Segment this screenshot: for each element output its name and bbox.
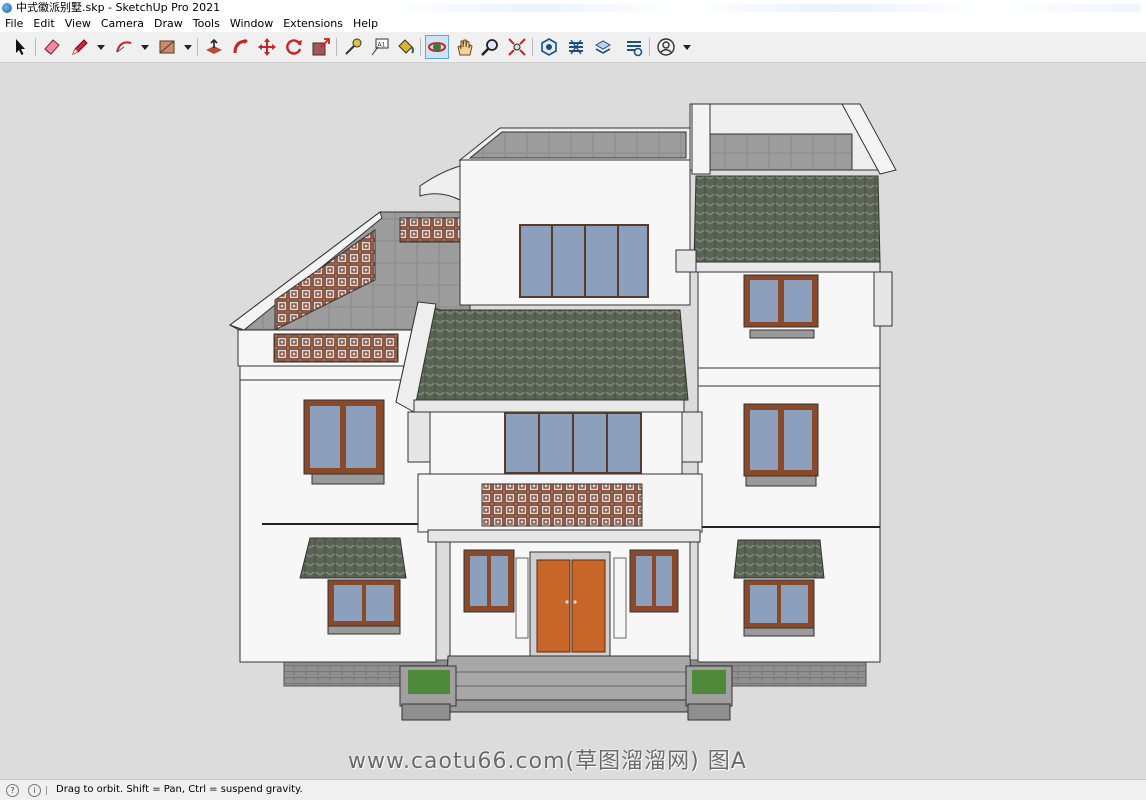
push-pull-icon[interactable] (202, 35, 226, 59)
central-tower (419, 127, 691, 306)
status-text: Drag to orbit. Shift = Pan, Ctrl = suspe… (56, 784, 303, 795)
arc-icon[interactable] (112, 35, 136, 59)
menu-bar: File Edit View Camera Draw Tools Window … (0, 16, 1146, 32)
svg-text:A1: A1 (378, 42, 386, 49)
zoom-icon[interactable] (478, 35, 502, 59)
warehouse-icon[interactable] (537, 35, 561, 59)
tape-measure-icon[interactable] (341, 35, 365, 59)
follow-me-icon[interactable] (229, 35, 253, 59)
geolocation-icon[interactable]: ? (6, 784, 19, 797)
menu-view[interactable]: View (60, 16, 96, 32)
text-icon[interactable]: A1 (368, 35, 392, 59)
front-steps (399, 655, 733, 721)
menu-tools[interactable]: Tools (188, 16, 225, 32)
paint-bucket-icon[interactable] (393, 35, 417, 59)
account-icon[interactable] (654, 35, 678, 59)
menu-camera[interactable]: Camera (96, 16, 149, 32)
toolbar-separator (649, 38, 650, 56)
select-icon[interactable] (8, 35, 32, 59)
extension-warehouse-icon[interactable] (564, 35, 588, 59)
eraser-icon[interactable] (40, 35, 64, 59)
move-icon[interactable] (255, 35, 279, 59)
rotate-icon[interactable] (282, 35, 306, 59)
pan-icon[interactable] (452, 35, 476, 59)
toolbar-separator (532, 38, 533, 56)
menu-draw[interactable]: Draw (149, 16, 188, 32)
toolbar-separator (197, 38, 198, 56)
sketchup-app-icon (2, 3, 12, 13)
title-bar: 中式徽派别墅.skp - SketchUp Pro 2021 (0, 0, 1146, 16)
account-dropdown-arrow[interactable] (683, 45, 691, 50)
main-toolbar: A1 (0, 32, 1146, 63)
entrance (449, 541, 691, 661)
status-bar: ? i Drag to orbit. Shift = Pan, Ctrl = s… (0, 779, 1146, 800)
extension-manager-icon[interactable] (622, 35, 646, 59)
toolbar-separator (420, 38, 421, 56)
status-separator (46, 786, 47, 795)
rectangle-icon[interactable] (155, 35, 179, 59)
info-icon[interactable]: i (28, 784, 41, 797)
toolbar-separator (35, 38, 36, 56)
title-bar-blur (380, 4, 1140, 12)
watermark-text: www.caotu66.com(草图溜溜网) 图A (348, 749, 747, 774)
orbit-icon[interactable] (425, 35, 449, 59)
window-title: 中式徽派别墅.skp - SketchUp Pro 2021 (16, 1, 221, 14)
right-tower (675, 103, 897, 663)
rectangle-dropdown-arrow[interactable] (184, 45, 192, 50)
menu-window[interactable]: Window (225, 16, 278, 32)
model-viewport[interactable]: www.caotu66.com(草图溜溜网) 图A (0, 63, 1146, 779)
arc-dropdown-arrow[interactable] (141, 45, 149, 50)
pencil-line-icon[interactable] (68, 35, 92, 59)
scale-icon[interactable] (309, 35, 333, 59)
toolbar-separator (336, 38, 337, 56)
zoom-extents-icon[interactable] (505, 35, 529, 59)
menu-extensions[interactable]: Extensions (278, 16, 348, 32)
villa-model (228, 103, 897, 721)
menu-edit[interactable]: Edit (28, 16, 59, 32)
layout-icon[interactable] (591, 35, 615, 59)
menu-file[interactable]: File (0, 16, 28, 32)
menu-help[interactable]: Help (348, 16, 383, 32)
balcony (417, 411, 703, 543)
pencil-dropdown-arrow[interactable] (97, 45, 105, 50)
